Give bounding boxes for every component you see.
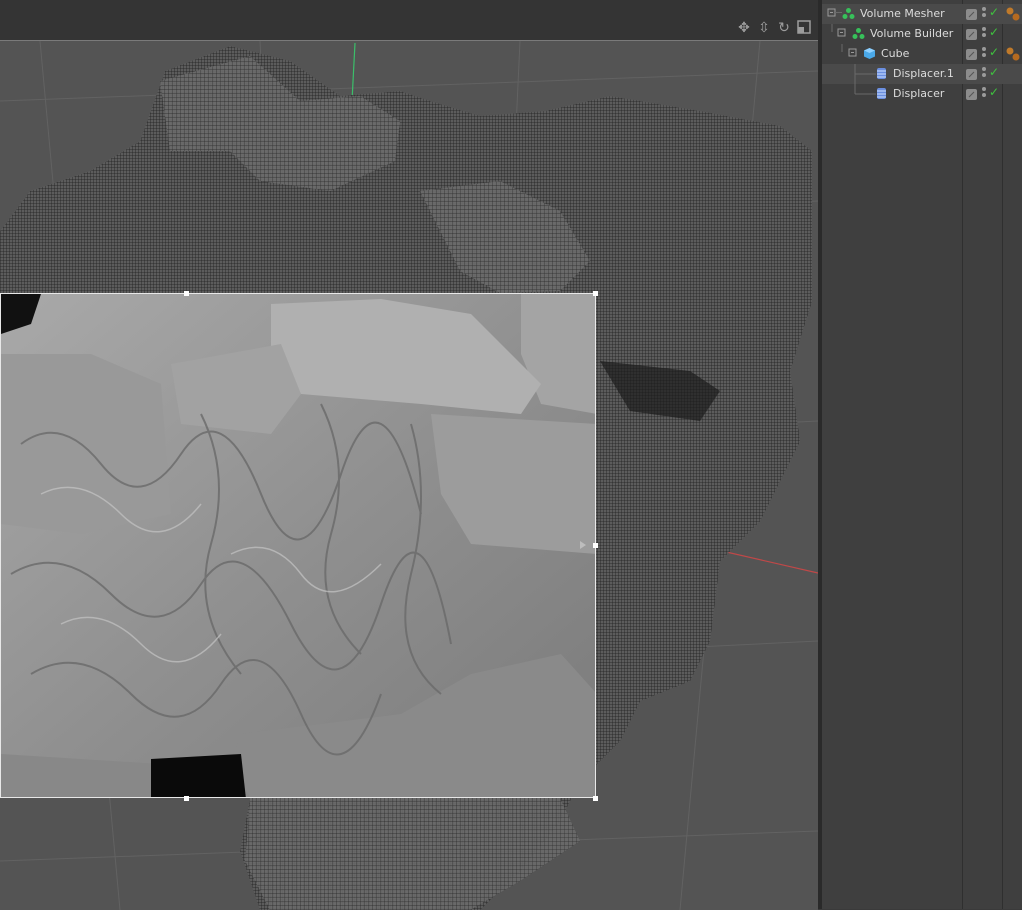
edit-icon[interactable] (966, 89, 977, 100)
volume-builder-icon (852, 28, 865, 39)
enabled-check-icon[interactable]: ✓ (989, 25, 999, 39)
rotate-icon[interactable]: ↻ (776, 20, 792, 36)
edit-icon[interactable] (966, 29, 977, 40)
tree-expand-icon[interactable] (826, 44, 866, 64)
visibility-dots[interactable] (982, 47, 986, 61)
edit-icon[interactable] (966, 9, 977, 20)
axis-y (351, 42, 356, 102)
object-name: Volume Builder (870, 27, 954, 40)
volume-mesher-icon (842, 8, 855, 19)
object-name: Displacer.1 (893, 67, 954, 80)
render-region-preview (1, 294, 595, 797)
object-row-cube[interactable]: Cube ✓ (822, 44, 1022, 64)
object-row-displacer-1[interactable]: Displacer.1 ✓ (822, 64, 1022, 84)
enabled-check-icon[interactable]: ✓ (989, 5, 999, 19)
visibility-dots[interactable] (982, 67, 986, 81)
viewport-header: ✥ ⇳ ↻ (0, 0, 818, 40)
edit-icon[interactable] (966, 69, 977, 80)
region-handle-bottom[interactable] (184, 796, 189, 801)
region-handle-top-right[interactable] (593, 291, 598, 296)
material-tag-icon[interactable] (1005, 6, 1021, 22)
visibility-dots[interactable] (982, 87, 986, 101)
displacer-icon (877, 68, 886, 79)
enabled-check-icon[interactable]: ✓ (989, 65, 999, 79)
3d-viewport[interactable] (0, 40, 818, 910)
object-row-volume-mesher[interactable]: Volume Mesher ✓ (822, 4, 1022, 24)
zoom-icon[interactable]: ⇳ (756, 20, 772, 36)
viewport-navigation: ✥ ⇳ ↻ (736, 20, 812, 36)
cube-icon (864, 48, 875, 59)
object-row-displacer[interactable]: Displacer ✓ (822, 84, 1022, 104)
region-handle-bottom-right[interactable] (593, 796, 598, 801)
object-row-volume-builder[interactable]: Volume Builder ✓ (822, 24, 1022, 44)
visibility-dots[interactable] (982, 7, 986, 21)
interactive-render-region[interactable] (0, 293, 596, 798)
object-name: Volume Mesher (860, 7, 945, 20)
region-quality-slider[interactable] (580, 541, 586, 549)
maximize-icon[interactable] (796, 20, 812, 36)
visibility-dots[interactable] (982, 27, 986, 41)
edit-icon[interactable] (966, 49, 977, 60)
object-name: Cube (881, 47, 910, 60)
material-tag-icon[interactable] (1005, 46, 1021, 62)
move-icon[interactable]: ✥ (736, 20, 752, 36)
object-name: Displacer (893, 87, 945, 100)
region-handle-top[interactable] (184, 291, 189, 296)
region-handle-right[interactable] (593, 543, 598, 548)
tree-branch-icon (854, 64, 876, 84)
displacer-icon (877, 88, 886, 99)
enabled-check-icon[interactable]: ✓ (989, 85, 999, 99)
object-manager: Volume Mesher ✓ Volume Builder ✓ Cube ✓ … (822, 0, 1022, 909)
enabled-check-icon[interactable]: ✓ (989, 45, 999, 59)
tree-branch-icon (854, 84, 876, 95)
